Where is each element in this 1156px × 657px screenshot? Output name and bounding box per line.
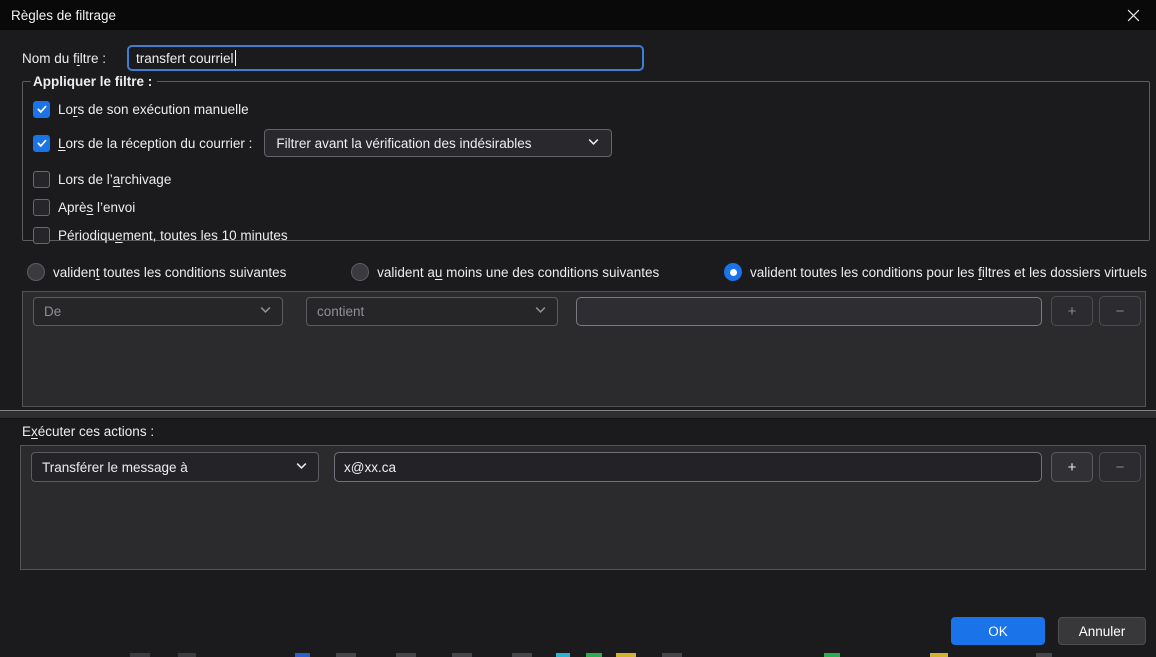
radio-match-all[interactable]: valident toutes les conditions suivantes [27, 263, 286, 281]
add-condition-button[interactable]: + [1051, 296, 1093, 326]
cancel-button[interactable]: Annuler [1058, 617, 1146, 645]
after-send-checkbox[interactable] [33, 198, 50, 216]
actions-section-label: Exécuter ces actions : [22, 424, 155, 439]
chevron-down-icon [295, 459, 308, 475]
checkbox-row-manual: Lors de son exécution manuelle [33, 98, 1149, 120]
conditions-panel: De contient + − [22, 291, 1146, 407]
forward-address-input[interactable] [334, 452, 1042, 482]
action-type-select[interactable]: Transférer le message à [31, 452, 319, 482]
radio-match-all-virtual-label: valident toutes les conditions pour les … [750, 264, 1147, 280]
filter-name-input[interactable]: transfert courriel [127, 45, 644, 71]
checkbox-row-periodic: Périodiquement, toutes les 10 minutes [33, 224, 1149, 246]
radio-match-all-virtual[interactable]: valident toutes les conditions pour les … [724, 263, 1147, 281]
chevron-down-icon [587, 135, 600, 151]
junk-filter-timing-select[interactable]: Filtrer avant la vérification des indési… [264, 129, 613, 157]
radio-button[interactable] [724, 263, 743, 281]
archiving-checkbox[interactable] [33, 170, 50, 188]
after-send-checkbox-label: Après l’envoi [58, 199, 136, 215]
dialog-button-row: OK Annuler [951, 617, 1146, 645]
checkbox-row-reception: Lors de la réception du courrier : Filtr… [33, 129, 1149, 157]
radio-button[interactable] [27, 263, 45, 281]
dialog-title: Règles de filtrage [11, 7, 117, 23]
periodic-checkbox-label: Périodiquement, toutes les 10 minutes [58, 227, 288, 243]
match-options-row: valident toutes les conditions suivantes… [27, 261, 1147, 283]
junk-filter-timing-value: Filtrer avant la vérification des indési… [276, 135, 532, 151]
ok-button[interactable]: OK [951, 617, 1045, 645]
apply-filter-group: Appliquer le filtre : Lors de son exécut… [22, 74, 1150, 244]
reception-checkbox[interactable] [33, 134, 50, 152]
condition-operator-value: contient [317, 303, 365, 319]
checkbox-row-archiving: Lors de l’archivage [33, 168, 1149, 190]
radio-match-any[interactable]: valident au moins une des conditions sui… [351, 263, 659, 281]
radio-match-all-label: valident toutes les conditions suivantes [53, 264, 287, 280]
dialog-titlebar: Règles de filtrage [0, 0, 1156, 30]
actions-panel: Transférer le message à + − [20, 445, 1146, 570]
text-cursor [234, 50, 236, 66]
add-action-button[interactable]: + [1051, 452, 1093, 482]
condition-attribute-select[interactable]: De [33, 296, 283, 326]
radio-match-any-label: valident au moins une des conditions sui… [377, 264, 660, 280]
filter-name-label: Nom du filtre : [22, 50, 107, 66]
checkbox-row-after-send: Après l’envoi [33, 196, 1149, 218]
condition-value-input[interactable] [576, 296, 1042, 326]
remove-action-button[interactable]: − [1099, 452, 1141, 482]
apply-filter-legend: Appliquer le filtre : [33, 74, 153, 89]
condition-attribute-value: De [44, 303, 62, 319]
action-type-value: Transférer le message à [42, 459, 188, 475]
archiving-checkbox-label: Lors de l’archivage [58, 171, 172, 187]
filter-name-value: transfert courriel [136, 50, 234, 66]
remove-condition-button[interactable]: − [1099, 296, 1141, 326]
manual-checkbox[interactable] [33, 100, 50, 118]
taskbar-sliver [0, 653, 1156, 657]
reception-checkbox-label: Lors de la réception du courrier : [58, 135, 253, 151]
manual-checkbox-label: Lors de son exécution manuelle [58, 101, 249, 117]
periodic-checkbox[interactable] [33, 226, 50, 244]
filter-name-row: Nom du filtre : transfert courriel [22, 45, 644, 71]
radio-button[interactable] [351, 263, 370, 281]
condition-operator-select[interactable]: contient [306, 296, 558, 326]
close-icon[interactable] [1110, 0, 1156, 30]
action-row: Transférer le message à + − [31, 452, 1141, 482]
splitter-handle[interactable] [0, 410, 1156, 419]
chevron-down-icon [259, 303, 272, 319]
condition-row: De contient + − [33, 296, 1141, 326]
chevron-down-icon [534, 303, 547, 319]
